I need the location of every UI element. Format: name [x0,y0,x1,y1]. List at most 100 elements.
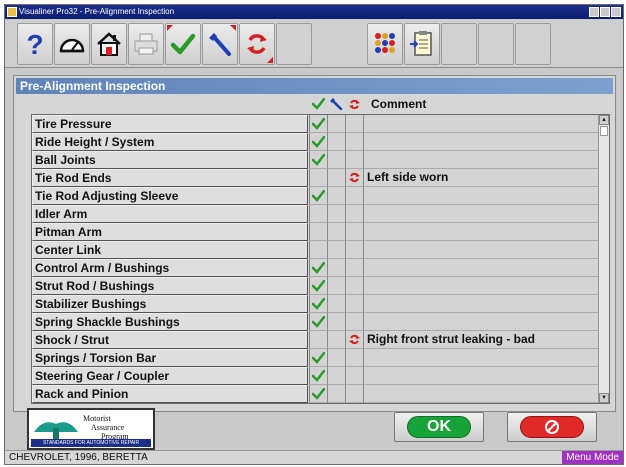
ok-cell[interactable] [309,187,327,205]
table-row[interactable]: Springs / Torsion Bar [32,349,609,367]
component-name[interactable]: Ride Height / System [32,133,308,151]
repair-cell[interactable] [327,241,345,259]
scroll-down-arrow-icon[interactable]: ▼ [599,393,609,403]
cancel-button[interactable] [507,412,597,442]
repair-cell[interactable] [327,349,345,367]
component-name[interactable]: Tie Rod Ends [32,169,308,187]
pattern-button[interactable] [367,23,403,65]
table-row[interactable]: Control Arm / Bushings [32,259,609,277]
ok-cell[interactable] [309,169,327,187]
replace-cell[interactable] [345,367,363,385]
component-name[interactable]: Center Link [32,241,308,259]
replace-button[interactable] [239,23,275,65]
ok-cell[interactable] [309,385,327,403]
ok-cell[interactable] [309,295,327,313]
clipboard-button[interactable] [404,23,440,65]
repair-cell[interactable] [327,115,345,133]
replace-cell[interactable] [345,133,363,151]
comment-cell[interactable] [363,241,599,259]
component-name[interactable]: Tie Rod Adjusting Sleeve [32,187,308,205]
ok-cell[interactable] [309,133,327,151]
comment-cell[interactable] [363,223,599,241]
replace-cell[interactable] [345,259,363,277]
comment-cell[interactable] [363,349,599,367]
ok-cell[interactable] [309,205,327,223]
repair-cell[interactable] [327,205,345,223]
repair-cell[interactable] [327,367,345,385]
replace-cell[interactable] [345,277,363,295]
replace-cell[interactable] [345,151,363,169]
replace-cell[interactable] [345,331,363,349]
replace-cell[interactable] [345,295,363,313]
gauge-button[interactable] [54,23,90,65]
table-row[interactable]: Tire Pressure [32,115,609,133]
help-button[interactable]: ? [17,23,53,65]
ok-cell[interactable] [309,277,327,295]
ok-cell[interactable] [309,241,327,259]
maximize-button[interactable] [600,7,610,17]
comment-cell[interactable] [363,205,599,223]
repair-cell[interactable] [327,223,345,241]
ok-cell[interactable] [309,151,327,169]
comment-cell[interactable] [363,115,599,133]
comment-cell[interactable] [363,367,599,385]
repair-cell[interactable] [327,277,345,295]
component-name[interactable]: Shock / Strut [32,331,308,349]
comment-cell[interactable] [363,385,599,403]
ok-cell[interactable] [309,367,327,385]
replace-cell[interactable] [345,349,363,367]
replace-cell[interactable] [345,115,363,133]
repair-cell[interactable] [327,169,345,187]
ok-cell[interactable] [309,223,327,241]
repair-cell[interactable] [327,151,345,169]
repair-cell[interactable] [327,259,345,277]
repair-cell[interactable] [327,187,345,205]
table-row[interactable]: Tie Rod Ends Left side worn [32,169,609,187]
component-name[interactable]: Idler Arm [32,205,308,223]
replace-cell[interactable] [345,187,363,205]
inspection-ok-button[interactable] [165,23,201,65]
component-name[interactable]: Spring Shackle Bushings [32,313,308,331]
component-name[interactable]: Rack and Pinion [32,385,308,403]
component-name[interactable]: Strut Rod / Bushings [32,277,308,295]
minimize-button[interactable] [589,7,599,17]
component-name[interactable]: Steering Gear / Coupler [32,367,308,385]
replace-cell[interactable] [345,385,363,403]
comment-cell[interactable] [363,295,599,313]
replace-cell[interactable] [345,205,363,223]
comment-cell[interactable] [363,277,599,295]
ok-cell[interactable] [309,349,327,367]
repair-cell[interactable] [327,133,345,151]
scroll-up-arrow-icon[interactable]: ▲ [599,115,609,125]
component-name[interactable]: Ball Joints [32,151,308,169]
replace-cell[interactable] [345,241,363,259]
table-row[interactable]: Pitman Arm [32,223,609,241]
ok-cell[interactable] [309,259,327,277]
replace-cell[interactable] [345,313,363,331]
replace-cell[interactable] [345,223,363,241]
vertical-scrollbar[interactable]: ▲ ▼ [598,115,609,403]
replace-cell[interactable] [345,169,363,187]
repair-cell[interactable] [327,313,345,331]
home-button[interactable] [91,23,127,65]
comment-cell[interactable]: Left side worn [363,169,599,187]
repair-cell[interactable] [327,295,345,313]
comment-cell[interactable] [363,187,599,205]
component-name[interactable]: Control Arm / Bushings [32,259,308,277]
table-row[interactable]: Ball Joints [32,151,609,169]
component-name[interactable]: Stabilizer Bushings [32,295,308,313]
table-row[interactable]: Center Link [32,241,609,259]
table-row[interactable]: Strut Rod / Bushings [32,277,609,295]
table-row[interactable]: Spring Shackle Bushings [32,313,609,331]
table-row[interactable]: Idler Arm [32,205,609,223]
comment-cell[interactable] [363,151,599,169]
repair-cell[interactable] [327,331,345,349]
ok-cell[interactable] [309,331,327,349]
component-name[interactable]: Springs / Torsion Bar [32,349,308,367]
print-button[interactable] [128,23,164,65]
repair-button[interactable] [202,23,238,65]
table-row[interactable]: Rack and Pinion [32,385,609,403]
table-row[interactable]: Steering Gear / Coupler [32,367,609,385]
ok-button[interactable]: OK [394,412,484,442]
component-name[interactable]: Pitman Arm [32,223,308,241]
